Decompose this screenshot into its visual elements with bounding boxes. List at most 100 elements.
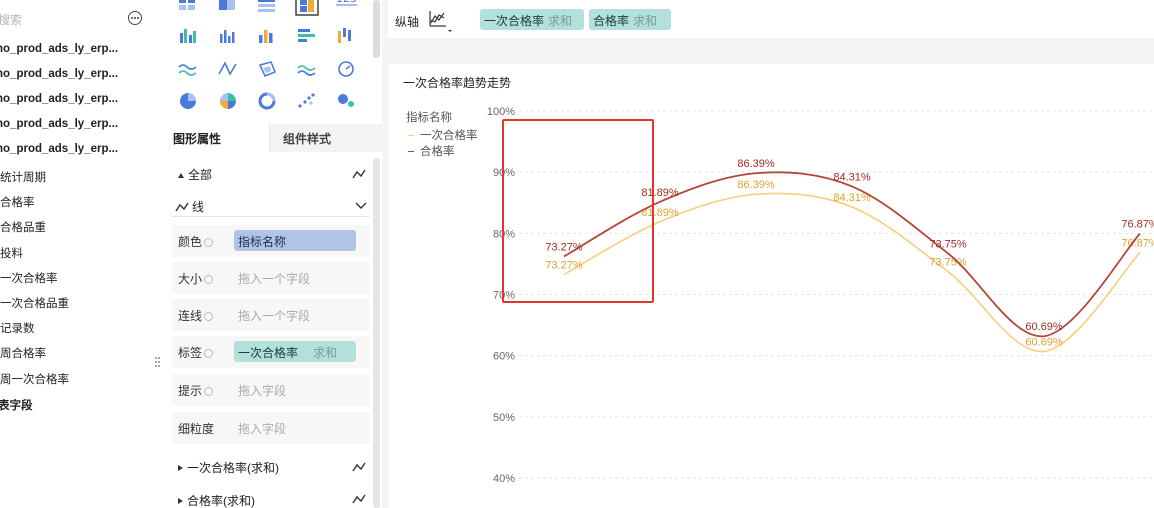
line-chart-icon[interactable] (352, 462, 366, 472)
y-axis-shelf: 纵轴 一次合格率 求和 合格率 求和 (388, 0, 1154, 38)
chart-type-grouped-bar-icon[interactable] (178, 27, 198, 45)
grain-drop-zone[interactable]: 拖入字段 (238, 420, 286, 437)
chart-type-grid: 123 (160, 0, 382, 118)
color-field-chip[interactable]: 指标名称 (234, 230, 356, 251)
legend-swatch (408, 150, 414, 152)
chart-type-gauge-icon[interactable] (336, 60, 356, 78)
expand-right-icon (178, 498, 183, 504)
table-item[interactable]: no_prod_ads_ly_erp... (0, 43, 118, 61)
collapse-up-icon (178, 173, 184, 178)
chart-type-area-icon[interactable] (297, 60, 317, 78)
drag-handle-icon[interactable] (256, 503, 270, 507)
color-label: 颜色 (178, 233, 214, 250)
app-root: 搜索 no_prod_ads_ly_erp... no_prod_ads_ly_e… (0, 0, 1154, 508)
tag-label: 标签 (178, 344, 214, 361)
property-tabs: 图形属性 组件样式 (160, 124, 382, 152)
chevron-down-icon[interactable] (355, 202, 367, 210)
field-item[interactable]: 统计周期 (0, 169, 46, 187)
tag-field-chip[interactable]: 一次合格率 求和 (234, 341, 356, 362)
svg-text:123: 123 (336, 0, 357, 5)
mark-type-label: 线 (192, 200, 205, 214)
tip-label: 提示 (178, 382, 214, 399)
table-item[interactable]: no_prod_ads_ly_erp... (0, 68, 118, 86)
chart-type-bar-icon[interactable] (297, 27, 317, 45)
table-item[interactable]: no_prod_ads_ly_erp... (0, 143, 118, 161)
connect-label: 连线 (178, 307, 214, 324)
chart-type-bubble-icon[interactable] (336, 92, 356, 110)
field-item[interactable]: 合格品重 (0, 219, 46, 237)
help-icon[interactable] (204, 387, 214, 396)
chart-types-scrollbar[interactable] (373, 0, 380, 58)
all-section-header[interactable]: 全部 (178, 166, 212, 184)
chart-type-line-icon[interactable] (178, 60, 198, 78)
field-search-input[interactable]: 搜索 (0, 11, 22, 28)
axis-chart-type-icon[interactable] (428, 8, 454, 32)
data-label: 73.75% (929, 238, 967, 250)
y-tick-label: 50% (493, 412, 515, 424)
legend-item[interactable]: 一次合格率 (408, 127, 478, 143)
chart-type-custom-icon[interactable] (295, 0, 319, 16)
y-axis-field-pill[interactable]: 合格率 求和 (589, 9, 671, 30)
chart-type-cross-table-icon[interactable] (218, 0, 238, 14)
y-axis-field-pill[interactable]: 一次合格率 求和 (480, 9, 584, 30)
chart-type-kpi-icon[interactable]: 123 (335, 0, 359, 12)
field-item[interactable]: 合格率 (0, 194, 35, 212)
chart-type-waterfall-icon[interactable] (336, 27, 356, 45)
field-item[interactable]: 投料 (0, 245, 23, 263)
table-item[interactable]: no_prod_ads_ly_erp... (0, 93, 118, 111)
properties-scrollbar[interactable] (373, 158, 380, 508)
help-icon[interactable] (204, 275, 214, 284)
field-item[interactable]: 周一次合格率 (0, 371, 69, 389)
chart-type-radar-line-icon[interactable] (218, 60, 238, 78)
line-chart-icon[interactable] (352, 169, 366, 179)
chart-type-donut-icon[interactable] (257, 92, 277, 110)
legend-title: 指标名称 (406, 112, 452, 124)
tip-drop-zone[interactable]: 拖入字段 (238, 382, 286, 399)
help-icon[interactable] (204, 312, 214, 321)
help-icon[interactable] (204, 349, 214, 358)
line-chart-icon[interactable] (352, 494, 366, 504)
field-search-row: 搜索 (0, 8, 148, 30)
chart-type-rose-icon[interactable] (218, 92, 238, 110)
data-label: 76.87% (1121, 219, 1154, 231)
chart-type-pie-icon[interactable] (178, 92, 198, 110)
tab-graphic-properties[interactable]: 图形属性 (160, 124, 270, 152)
chart-type-column-icon[interactable] (218, 27, 238, 45)
legend-item[interactable]: 合格率 (408, 143, 455, 159)
series-section-second[interactable]: 合格率(求和) (178, 492, 255, 508)
tab-component-style[interactable]: 组件样式 (270, 124, 382, 152)
size-row: 大小 拖入一个字段 (172, 262, 370, 294)
chart-type-radar-icon[interactable] (257, 60, 277, 78)
chart-type-stacked-column-icon[interactable] (257, 27, 277, 45)
color-row: 颜色 指标名称 (172, 225, 370, 257)
y-tick-label: 40% (493, 473, 515, 485)
table-fields-group[interactable]: 表字段 (0, 397, 33, 415)
y-axis-label: 纵轴 (395, 15, 420, 29)
tag-row: 标签 一次合格率 求和 (172, 336, 370, 368)
tip-row: 提示 拖入字段 (172, 374, 370, 406)
connect-drop-zone[interactable]: 拖入一个字段 (238, 307, 310, 324)
field-item[interactable]: 记录数 (0, 320, 35, 338)
chart-type-scatter-icon[interactable] (297, 92, 317, 110)
data-label: 60.69% (1025, 321, 1063, 333)
table-item[interactable]: no_prod_ads_ly_erp... (0, 118, 118, 136)
mark-type-select[interactable]: 线 (175, 198, 204, 216)
line-mark-icon (175, 202, 189, 212)
field-item[interactable]: 周合格率 (0, 345, 46, 363)
grain-row: 细粒度 拖入字段 (172, 412, 370, 444)
chart-type-table-icon[interactable] (178, 0, 198, 14)
more-options-icon[interactable] (128, 11, 142, 25)
data-label: 86.39% (737, 179, 775, 191)
grain-label: 细粒度 (178, 422, 215, 436)
divider (172, 216, 370, 217)
highlight-annotation-box (502, 119, 654, 303)
data-label: 76.87% (1121, 237, 1154, 249)
help-icon[interactable] (204, 238, 214, 247)
field-item[interactable]: 一次合格品重 (0, 295, 69, 313)
series-section-first[interactable]: 一次合格率(求和) (178, 459, 279, 477)
data-label: 60.69% (1025, 336, 1063, 348)
size-drop-zone[interactable]: 拖入一个字段 (238, 270, 310, 287)
field-item[interactable]: 一次合格率 (0, 270, 58, 288)
chart-type-detail-table-icon[interactable] (257, 0, 277, 14)
field-panel: 搜索 no_prod_ads_ly_erp... no_prod_ads_ly_e… (0, 0, 148, 508)
